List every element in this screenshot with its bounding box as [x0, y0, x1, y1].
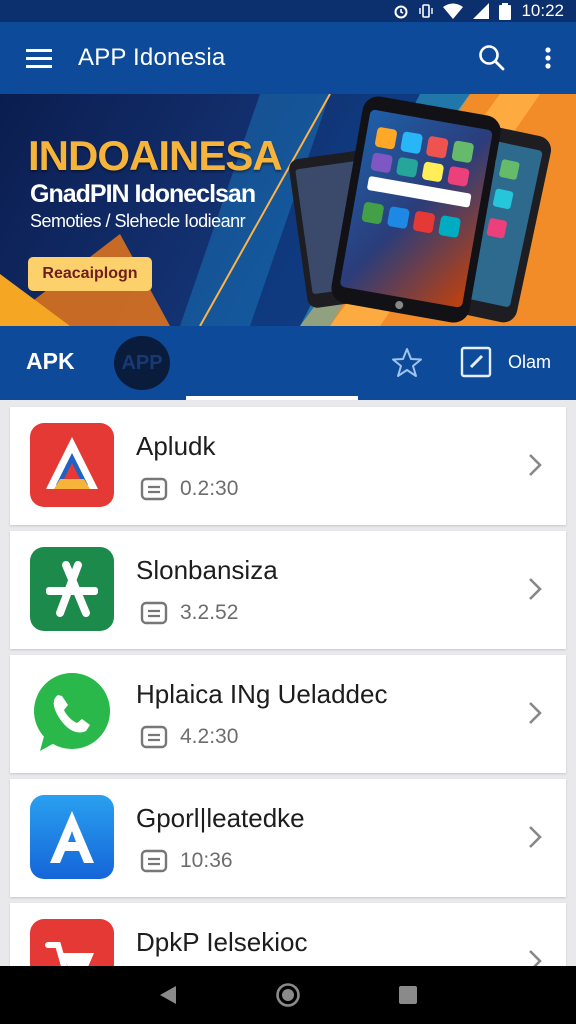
- alarm-icon: [394, 5, 408, 19]
- list-item[interactable]: Apludk 0.2:30: [10, 407, 566, 525]
- recents-icon[interactable]: [398, 985, 418, 1005]
- tab-bar: APK APP Olam: [0, 326, 576, 400]
- green-store-icon: [30, 547, 114, 631]
- back-icon[interactable]: [158, 984, 178, 1006]
- blue-a-icon: [30, 795, 114, 879]
- list-item[interactable]: Gporl|leatedke 10:36: [10, 779, 566, 897]
- tab-indicator: [186, 396, 358, 400]
- hamburger-menu-icon: [26, 49, 52, 68]
- app-version: 10:36: [180, 849, 233, 872]
- list-item[interactable]: Slonbansiza 3.2.52: [10, 531, 566, 649]
- app-name: Gporl|leatedke: [136, 803, 305, 833]
- document-icon: [140, 601, 168, 625]
- chevron-right-icon[interactable]: [526, 823, 544, 851]
- vibrate-icon: [419, 4, 434, 18]
- system-nav-bar: [0, 966, 576, 1024]
- screen: 10:22 APP Idonesia INDOAINESA GnadPIN Id…: [0, 0, 576, 1024]
- app-name: Slonbansiza: [136, 555, 278, 585]
- document-icon: [140, 477, 168, 501]
- tab-apk[interactable]: APK: [26, 348, 75, 375]
- banner-tagline: Semoties / Slehecle Iodieanr: [30, 211, 246, 231]
- search-button[interactable]: [464, 22, 520, 94]
- app-version: 0.2:30: [180, 477, 239, 500]
- chevron-right-icon[interactable]: [526, 451, 544, 479]
- app-version: 3.2.52: [180, 601, 239, 624]
- app-bar: APP Idonesia: [0, 22, 576, 94]
- wifi-icon: [443, 3, 464, 19]
- more-vert-icon: [545, 47, 551, 69]
- app-title: APP Idonesia: [78, 44, 226, 71]
- home-icon[interactable]: [275, 982, 301, 1008]
- document-icon: [140, 725, 168, 749]
- tab-extra-label[interactable]: Olam: [508, 352, 551, 373]
- battery-icon: [499, 2, 512, 20]
- chevron-right-icon[interactable]: [526, 699, 544, 727]
- more-options-button[interactable]: [520, 22, 576, 94]
- app-name: Hplaica INg Ueladdec: [136, 679, 388, 709]
- app-name: DpkP Ielsekioc: [136, 927, 308, 957]
- red-a-logo-icon: [30, 423, 114, 507]
- edit-box-icon[interactable]: [458, 344, 494, 380]
- signal-icon: [473, 3, 490, 19]
- app-name: Apludk: [136, 431, 216, 461]
- banner-artwork: [0, 94, 576, 326]
- banner-title: INDOAINESA: [28, 132, 283, 179]
- list-item[interactable]: Hplaica INg Ueladdec 4.2:30: [10, 655, 566, 773]
- search-icon: [479, 45, 505, 71]
- promo-banner[interactable]: INDOAINESA GnadPIN Idoneclsan Semoties /…: [0, 94, 576, 326]
- status-bar: 10:22: [0, 0, 576, 22]
- chevron-right-icon[interactable]: [526, 575, 544, 603]
- app-version: 4.2:30: [180, 725, 239, 748]
- tab-app[interactable]: APP: [114, 336, 170, 390]
- status-time: 10:22: [521, 1, 564, 20]
- app-list: Apludk 0.2:30 Slonbansiza 3.2.52 Hplaica…: [10, 407, 566, 1024]
- banner-cta-button[interactable]: Reacaiplogn: [28, 257, 152, 291]
- menu-button[interactable]: [0, 22, 78, 94]
- document-icon: [140, 849, 168, 873]
- whatsapp-phone-icon: [30, 671, 114, 755]
- star-icon[interactable]: [390, 346, 424, 380]
- banner-subtitle: GnadPIN Idoneclsan: [30, 180, 256, 208]
